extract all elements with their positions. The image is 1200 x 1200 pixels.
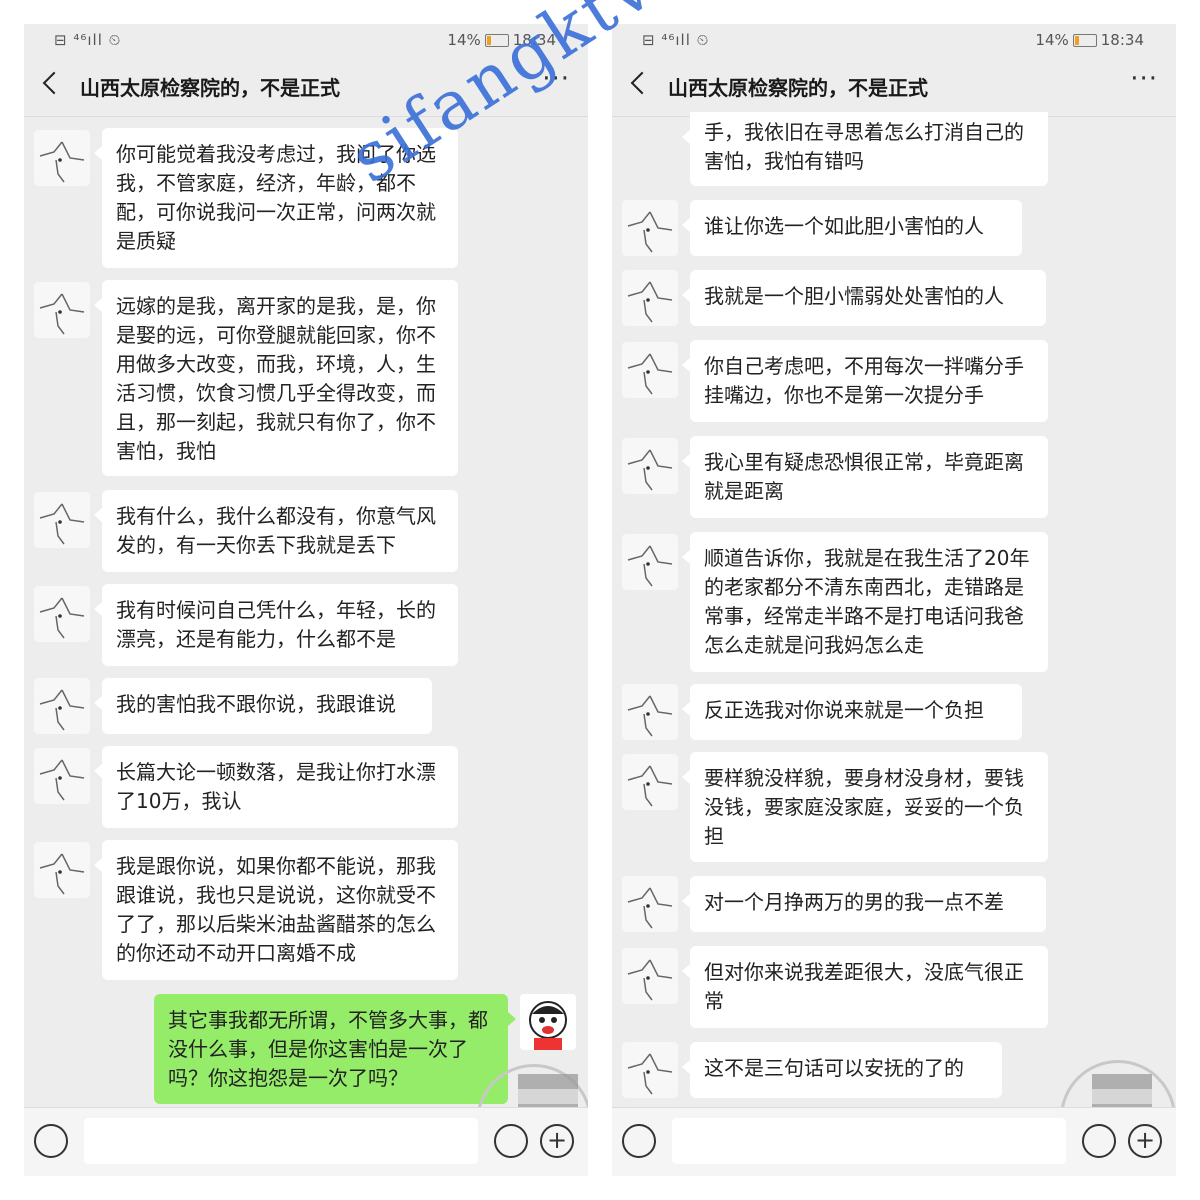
emoji-icon[interactable] <box>494 1124 528 1158</box>
avatar[interactable] <box>34 282 90 338</box>
avatar[interactable] <box>622 754 678 810</box>
plus-icon[interactable]: + <box>1128 1124 1162 1158</box>
avatar[interactable] <box>622 534 678 590</box>
message-bubble: 谁让你选一个如此胆小害怕的人 <box>682 200 1022 256</box>
voice-icon[interactable] <box>622 1124 656 1158</box>
message-bubble: 顺道告诉你，我就是在我生活了20年的老家都分不清东南西北，走错路是常事，经常走半… <box>682 532 1048 672</box>
emoji-icon[interactable] <box>1082 1124 1116 1158</box>
avatar[interactable] <box>34 586 90 642</box>
message-bubble: 远嫁的是我，离开家的是我，是，你是娶的远，可你登腿就能回家，你不用做多大改变，而… <box>94 280 458 476</box>
chat-title: 山西太原检察院的，不是正式 <box>80 76 340 100</box>
avatar[interactable] <box>622 1042 678 1098</box>
avatar[interactable] <box>34 130 90 186</box>
message-bubble: 我有什么，我什么都没有，你意气风发的，有一天你丢下我就是丢下 <box>94 490 458 572</box>
message-input[interactable] <box>672 1118 1066 1164</box>
message-bubble: 对一个月挣两万的男的我一点不差 <box>682 876 1046 932</box>
status-bar: ⊟ ⁴⁶ıll ⏲ 14% 18:34 <box>612 24 1176 58</box>
my-message-bubble: 其它事我都无所谓，不管多大事，都没什么事，但是你这害怕是一次了吗？你这抱怨是一次… <box>154 994 516 1104</box>
my-avatar[interactable] <box>520 994 576 1050</box>
message-bubble: 我的害怕我不跟你说，我跟谁说 <box>94 678 432 734</box>
back-icon[interactable] <box>630 71 654 95</box>
message-bubble: 我是跟你说，如果你都不能说，那我跟谁说，我也只是说说，这你就受不了了，那以后柴米… <box>94 840 458 980</box>
avatar[interactable] <box>34 748 90 804</box>
input-bar: + <box>612 1107 1176 1176</box>
plus-icon[interactable]: + <box>540 1124 574 1158</box>
battery-icon <box>1072 33 1097 47</box>
message-bubble: 长篇大论一顿数落，是我让你打水漂了10万，我认 <box>94 746 458 828</box>
chat-header: 山西太原检察院的，不是正式 ··· <box>612 58 1176 117</box>
message-bubble: 这不是三句话可以安抚的了的 <box>682 1042 1002 1098</box>
avatar[interactable] <box>34 678 90 734</box>
message-bubble: 你自己考虑吧，不用每次一拌嘴分手挂嘴边，你也不是第一次提分手 <box>682 340 1048 422</box>
message-bubble: 我心里有疑虑恐惧很正常，毕竟距离就是距离 <box>682 436 1048 518</box>
signal-icons: ⊟ ⁴⁶ıll ⏲ <box>642 31 710 49</box>
avatar[interactable] <box>622 200 678 256</box>
battery-percent: 14% <box>1035 31 1069 49</box>
avatar[interactable] <box>622 684 678 740</box>
message-bubble: 但对你来说我差距很大，没底气很正常 <box>682 946 1048 1028</box>
chat-screen-right: ⊟ ⁴⁶ıll ⏲ 14% 18:34 山西太原检察院的，不是正式 ··· 手，… <box>612 24 1176 1176</box>
avatar[interactable] <box>622 876 678 932</box>
status-right: 14% 18:34 <box>1035 31 1144 49</box>
more-icon[interactable]: ··· <box>1130 64 1158 94</box>
message-bubble: 手，我依旧在寻思着怎么打消自己的害怕，我怕有错吗 <box>682 112 1048 186</box>
avatar[interactable] <box>622 270 678 326</box>
message-bubble: 我就是一个胆小懦弱处处害怕的人 <box>682 270 1046 326</box>
voice-icon[interactable] <box>34 1124 68 1158</box>
avatar[interactable] <box>622 948 678 1004</box>
signal-icons: ⊟ ⁴⁶ıll ⏲ <box>54 31 122 49</box>
avatar[interactable] <box>622 342 678 398</box>
message-bubble: 我有时候问自己凭什么，年轻，长的漂亮，还是有能力，什么都不是 <box>94 584 458 666</box>
back-icon[interactable] <box>42 71 66 95</box>
input-bar: + <box>24 1107 588 1176</box>
chat-title: 山西太原检察院的，不是正式 <box>668 76 928 100</box>
avatar[interactable] <box>622 438 678 494</box>
message-bubble: 要样貌没样貌，要身材没身材，要钱没钱，要家庭没家庭，妥妥的一个负担 <box>682 752 1048 862</box>
avatar[interactable] <box>34 492 90 548</box>
message-input[interactable] <box>84 1118 478 1164</box>
avatar[interactable] <box>34 842 90 898</box>
message-bubble: 反正选我对你说来就是一个负担 <box>682 684 1022 740</box>
clock: 18:34 <box>1100 31 1144 49</box>
chat-screen-left: ⊟ ⁴⁶ıll ⏲ 14% 18:34 山西太原检察院的，不是正式 ··· 你可… <box>24 24 588 1176</box>
